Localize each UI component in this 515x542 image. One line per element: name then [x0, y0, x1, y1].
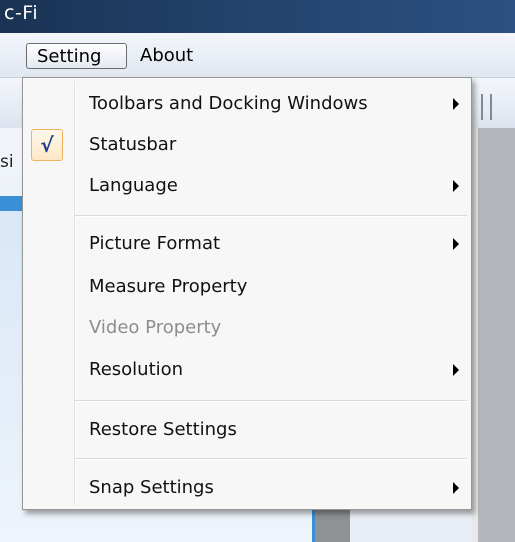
menu-item-statusbar[interactable]: √ Statusbar — [25, 126, 469, 164]
check-icon: √ — [31, 129, 63, 161]
submenu-arrow-icon — [453, 180, 459, 192]
submenu-arrow-icon — [453, 238, 459, 250]
right-pane — [478, 128, 515, 542]
menu-bar: Setting About — [0, 33, 515, 78]
menu-separator — [75, 215, 467, 217]
menu-item-label: Resolution — [89, 359, 184, 380]
side-label: si — [0, 152, 14, 172]
toolbar-separator — [481, 94, 483, 120]
setting-dropdown-menu: Toolbars and Docking Windows √ Statusbar… — [22, 77, 472, 510]
menu-item-restore-settings[interactable]: Restore Settings — [25, 411, 469, 449]
submenu-arrow-icon — [453, 364, 459, 376]
submenu-arrow-icon — [453, 98, 459, 110]
toolbar-separator — [490, 94, 492, 120]
menu-item-language[interactable]: Language — [25, 167, 469, 205]
menu-item-picture-format[interactable]: Picture Format — [25, 225, 469, 263]
menu-item-label: Language — [89, 175, 178, 196]
submenu-arrow-icon — [453, 482, 459, 494]
menu-item-label: Restore Settings — [89, 419, 237, 440]
menu-separator — [75, 400, 467, 402]
menu-setting[interactable]: Setting — [26, 43, 127, 69]
menu-item-label: Statusbar — [89, 134, 177, 155]
menu-item-resolution[interactable]: Resolution — [25, 351, 469, 389]
title-bar: c-Fi — [0, 0, 515, 33]
menu-item-label: Measure Property — [89, 276, 248, 297]
menu-item-label: Video Property — [89, 317, 222, 338]
menu-item-snap-settings[interactable]: Snap Settings — [25, 469, 469, 507]
menu-item-video-property: Video Property — [25, 309, 469, 347]
menu-item-measure-property[interactable]: Measure Property — [25, 268, 469, 306]
menu-item-label: Snap Settings — [89, 477, 214, 498]
menu-item-toolbars[interactable]: Toolbars and Docking Windows — [25, 85, 469, 123]
menu-about[interactable]: About — [130, 43, 203, 69]
menu-separator — [75, 458, 467, 460]
menu-item-label: Picture Format — [89, 233, 221, 254]
menu-item-label: Toolbars and Docking Windows — [89, 93, 368, 114]
pane-header-strip — [0, 196, 24, 211]
window-title: c-Fi — [4, 2, 39, 24]
